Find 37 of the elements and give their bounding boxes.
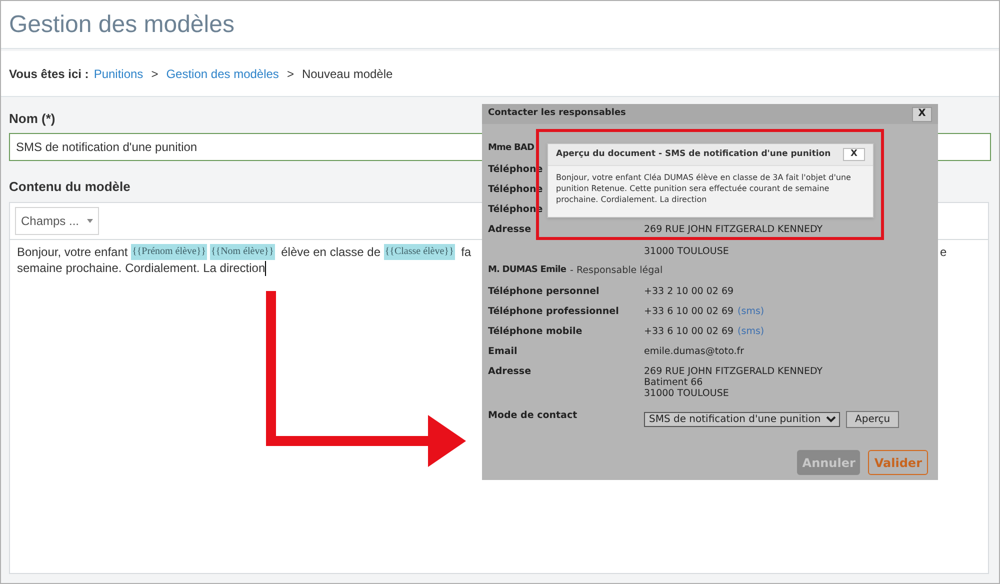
field-label: Mode de contact — [488, 409, 578, 423]
field-value: +33 6 10 00 02 69 — [644, 326, 734, 337]
breadcrumb-separator: > — [286, 66, 294, 82]
guardian-role: - Responsable légal — [570, 264, 663, 278]
field-value: 269 RUE JOHN FITZGERALD KENNEDY — [644, 366, 823, 377]
breadcrumb-current: Nouveau modèle — [302, 66, 393, 82]
breadcrumb-separator: > — [151, 66, 158, 82]
field-value: +33 6 10 00 02 69 — [644, 306, 734, 317]
page-title: Gestion des modèles — [9, 10, 234, 40]
field-label: Adresse — [488, 224, 532, 235]
field-label: Adresse — [488, 366, 532, 377]
field-value: 31000 TOULOUSE — [644, 388, 729, 399]
guardian-name: Mme BAD — [488, 142, 534, 156]
field-value: emile.dumas@toto.fr — [644, 346, 744, 357]
preview-text: Bonjour, votre enfant Cléa DUMAS élève en classe de 3A fait l'objet d'une punition Retenue. Cette punition sera effectuée courant de semaine prochaine. Cordialement. La direction — [555, 172, 852, 205]
preview-title: Aperçu du document - SMS de notification d'une punition — [556, 148, 831, 161]
field-value: 269 RUE JOHN FITZGERALD KENNEDY — [644, 224, 823, 235]
merge-field-tag: {{Nom élève}} — [210, 244, 275, 260]
field-label: Téléphone mobile — [488, 326, 582, 337]
content-text: e — [940, 244, 947, 260]
content-text: élève en classe de — [280, 244, 382, 260]
field-label: Email — [488, 346, 518, 357]
field-label: Contenu du modèle — [9, 178, 130, 196]
breadcrumb-prefix: Vous êtes ici : — [9, 66, 89, 82]
field-label: Téléphone professionnel — [488, 306, 619, 317]
content-text: semaine prochaine. Cordialement. La direction — [17, 260, 266, 276]
field-label: Téléphone personnel — [488, 286, 600, 297]
content-text: fa — [460, 244, 472, 260]
field-value: Batiment 66 — [644, 377, 703, 388]
field-value: 31000 TOULOUSE — [644, 246, 729, 257]
merge-field-tag: {{Prénom élève}} — [131, 244, 207, 260]
field-value: +33 2 10 00 02 69 — [644, 286, 734, 297]
content-text: Bonjour, votre enfant — [17, 244, 129, 260]
field-label: Nom (*) — [9, 110, 56, 128]
merge-field-tag: {{Classe élève}} — [384, 244, 455, 260]
guardian-name: M. DUMAS Emile — [488, 264, 566, 278]
dialog-title: Contacter les responsables — [488, 107, 626, 120]
